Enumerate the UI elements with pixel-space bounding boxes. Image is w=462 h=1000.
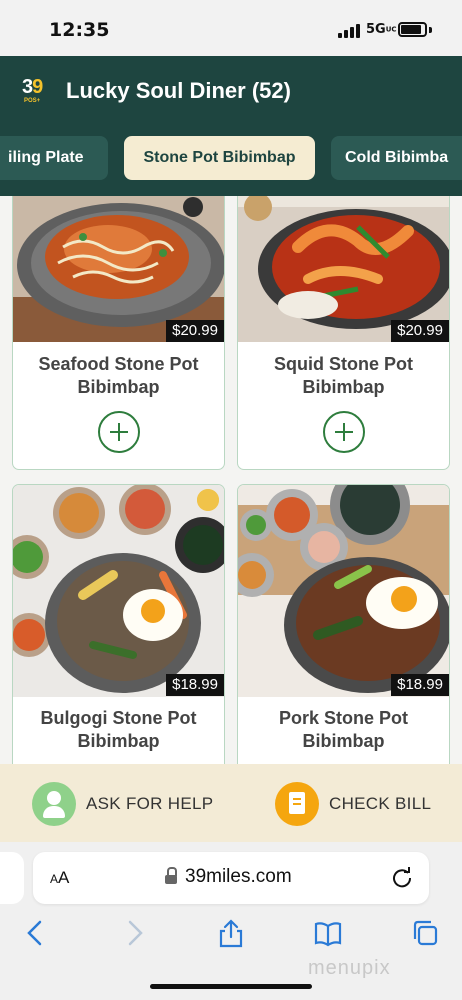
tab-boiling-plate[interactable]: iling Plate	[0, 136, 108, 180]
logo-sub: POS+	[24, 98, 41, 104]
ask-for-help-label: ASK FOR HELP	[86, 794, 214, 813]
battery-icon	[398, 22, 427, 37]
network-label: 5GUC	[366, 22, 397, 37]
network-type: 5G	[366, 22, 386, 37]
ask-for-help-button[interactable]: ASK FOR HELP	[32, 782, 213, 826]
home-indicator	[150, 984, 312, 989]
back-icon[interactable]	[20, 918, 50, 948]
watermark: menupix	[308, 957, 391, 979]
person-icon	[32, 782, 76, 826]
signal-icon	[338, 24, 360, 38]
menu-card-seafood[interactable]: $20.99 Seafood Stone Pot Bibimbap	[12, 196, 225, 470]
tabs-icon[interactable]	[410, 918, 440, 948]
item-name: Bulgogi Stone Pot Bibimbap	[40, 708, 197, 751]
url-text: 39miles.com	[185, 866, 292, 887]
food-photo	[238, 485, 449, 697]
menu-card-bulgogi[interactable]: $18.99 Bulgogi Stone Pot Bibimbap	[12, 484, 225, 764]
bookmarks-icon[interactable]	[313, 918, 343, 948]
previous-tab-pill[interactable]	[0, 852, 24, 904]
menu-card-squid[interactable]: $20.99 Squid Stone Pot Bibimbap	[237, 196, 450, 470]
lock-icon	[165, 867, 177, 886]
logo-digit-a: 3	[22, 76, 33, 98]
food-photo	[13, 485, 224, 697]
app-header: 39 POS+ Lucky Soul Diner (52) iling Plat…	[0, 56, 462, 196]
check-bill-button[interactable]: CHECK BILL	[275, 782, 431, 826]
item-name: Pork Stone Pot Bibimbap	[278, 708, 408, 751]
logo: 39 POS+	[22, 76, 58, 110]
tab-stone-pot-bibimbap[interactable]: Stone Pot Bibimbap	[124, 136, 315, 180]
menu-grid: $20.99 Seafood Stone Pot Bibimbap $20.99…	[0, 196, 462, 764]
menu-card-pork[interactable]: $18.99 Pork Stone Pot Bibimbap	[237, 484, 450, 764]
tab-cold-bibimbap[interactable]: Cold Bibimba	[331, 136, 462, 180]
check-bill-label: CHECK BILL	[329, 794, 432, 813]
aa-large: A	[58, 868, 70, 887]
item-name: Squid Stone Pot Bibimbap	[274, 354, 413, 397]
receipt-icon	[275, 782, 319, 826]
status-time: 12:35	[49, 19, 110, 41]
price-tag: $18.99	[391, 674, 449, 696]
reader-text-size-button[interactable]: AA	[50, 868, 69, 888]
restaurant-name: Lucky Soul Diner (52)	[66, 78, 291, 103]
share-icon[interactable]	[216, 918, 246, 948]
add-to-order-button[interactable]	[98, 411, 140, 453]
thumbs-up-icon	[197, 489, 219, 511]
address-bar[interactable]: AA 39miles.com	[33, 852, 429, 904]
reload-icon[interactable]	[391, 866, 413, 888]
price-tag: $20.99	[391, 320, 449, 342]
network-suffix: UC	[385, 25, 397, 34]
aa-small: A	[50, 872, 59, 886]
item-name: Seafood Stone Pot Bibimbap	[38, 354, 199, 397]
action-bar: ASK FOR HELP CHECK BILL	[0, 764, 462, 842]
price-tag: $20.99	[166, 320, 224, 342]
price-tag: $18.99	[166, 674, 224, 696]
status-bar: 12:35 5GUC	[0, 0, 462, 56]
forward-icon[interactable]	[120, 918, 150, 948]
add-to-order-button[interactable]	[323, 411, 365, 453]
logo-digit-b: 9	[32, 76, 43, 98]
browser-chrome: AA 39miles.com menupix	[0, 842, 462, 1000]
battery-cap	[429, 27, 432, 33]
